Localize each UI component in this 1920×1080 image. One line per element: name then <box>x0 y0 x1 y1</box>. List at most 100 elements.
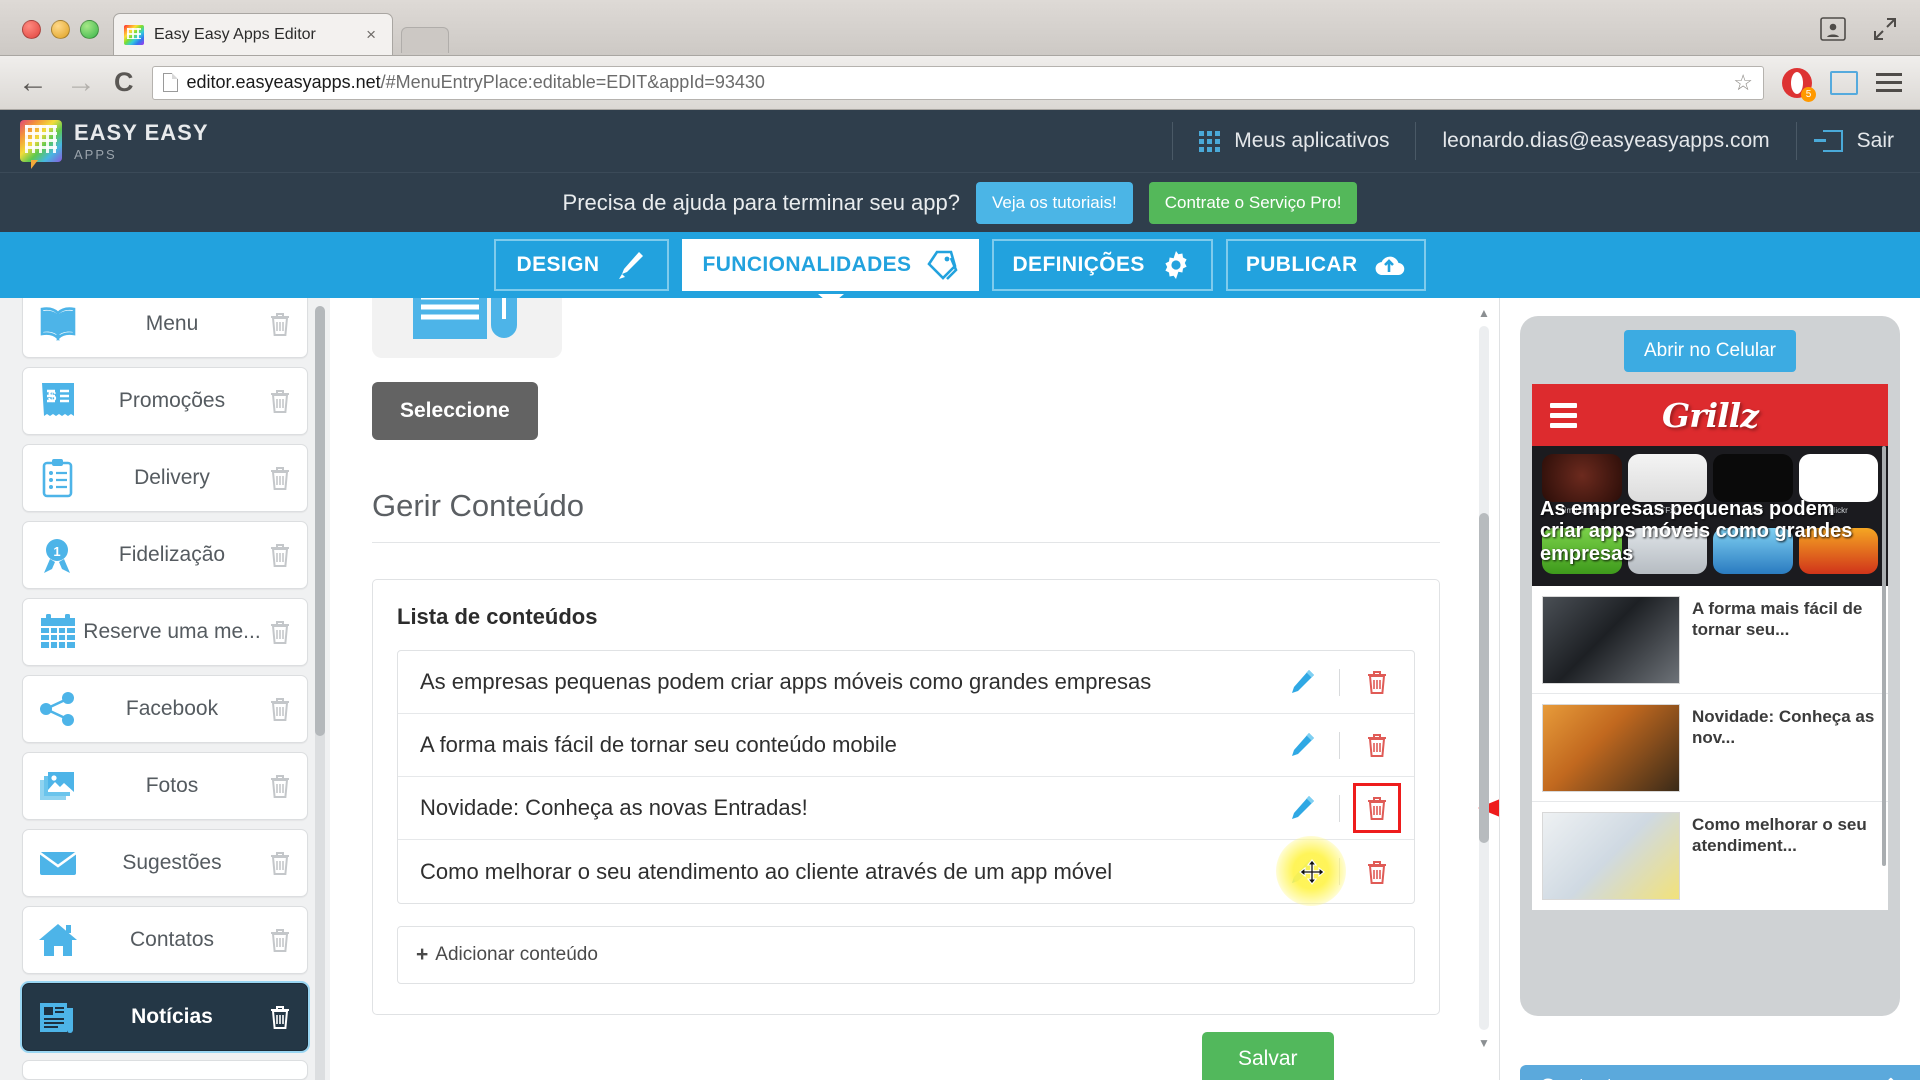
section-title: Gerir Conteúdo <box>372 488 1440 543</box>
app-logo[interactable]: EASY EASY APPS <box>20 120 209 169</box>
tab-funcionalidades[interactable]: FUNCIONALIDADES <box>682 239 980 291</box>
back-icon[interactable]: ← <box>18 67 48 98</box>
delete-icon[interactable] <box>267 772 293 800</box>
opera-extension-icon[interactable]: 5 <box>1782 67 1816 102</box>
browser-toolbar: ← → C editor.easyeasyapps.net/#MenuEntry… <box>0 56 1920 110</box>
sidebar-item-delivery[interactable]: Delivery <box>22 444 308 512</box>
bookmark-star-icon[interactable]: ☆ <box>1733 70 1753 96</box>
zoom-window-button[interactable] <box>80 20 99 39</box>
upload-cloud-icon <box>1372 248 1406 282</box>
edit-pencil-icon[interactable] <box>1287 793 1317 823</box>
user-email-item[interactable]: leonardo.dias@easyeasyapps.com <box>1415 122 1795 160</box>
forward-icon[interactable]: → <box>66 67 96 98</box>
logo-title: EASY EASY <box>74 120 209 145</box>
sidebar-item-sugestoes[interactable]: Sugestões <box>22 829 308 897</box>
scroll-down-arrow[interactable]: ▼ <box>1478 1037 1490 1049</box>
photos-icon <box>35 764 81 808</box>
delete-icon[interactable] <box>267 387 293 415</box>
close-window-button[interactable] <box>22 20 41 39</box>
browser-tabstrip: Easy Easy Apps Editor × <box>0 0 1920 56</box>
tutorials-button[interactable]: Veja os tutoriais! <box>976 181 1133 224</box>
sidebar-item-label: Sugestões <box>122 851 222 874</box>
tags-icon <box>925 248 959 282</box>
add-content-button[interactable]: + Adicionar conteúdo <box>397 926 1415 984</box>
easyeasyapps-logo-icon <box>20 120 62 169</box>
hire-pro-service-button[interactable]: Contrate o Serviço Pro! <box>1148 181 1358 224</box>
sidebar-item-contatos[interactable]: Contatos <box>22 906 308 974</box>
reload-icon[interactable]: C <box>114 69 134 96</box>
delete-content-button[interactable] <box>1362 856 1392 888</box>
app-preview-topbar: Grillz <box>1532 384 1888 446</box>
delete-content-button[interactable] <box>1362 666 1392 698</box>
my-apps-label: Meus aplicativos <box>1234 129 1390 152</box>
scrollbar-thumb[interactable] <box>1479 513 1489 843</box>
hero-article[interactable]: Tim Hortons CTFxC Flickit Flickr As empr… <box>1532 446 1888 586</box>
logout-link[interactable]: Sair <box>1795 122 1920 160</box>
fullscreen-icon[interactable] <box>1872 17 1898 41</box>
delete-icon[interactable] <box>267 849 293 877</box>
delete-icon[interactable] <box>267 695 293 723</box>
browser-menu-icon[interactable] <box>1876 73 1902 92</box>
save-button[interactable]: Salvar <box>1202 1032 1334 1080</box>
account-icon[interactable] <box>1820 17 1846 41</box>
phone-screen: Grillz Tim Hortons CTFxC Flickit Flickr … <box>1532 384 1888 910</box>
sidebar-item-promocoes[interactable]: $ Promoções <box>22 367 308 435</box>
sidebar-item-noticias[interactable]: Notícias <box>22 983 308 1051</box>
sidebar-item-fotos[interactable]: Fotos <box>22 752 308 820</box>
content-scrollbar[interactable]: ▲ ▼ <box>1478 307 1490 1049</box>
window-extension-icon[interactable] <box>1830 70 1858 95</box>
list-item[interactable]: As empresas pequenas podem criar apps mó… <box>398 651 1414 714</box>
chevron-up-icon[interactable]: ⌃ <box>1882 1074 1900 1080</box>
list-item[interactable]: Novidade: Conheça as novas Entradas! <box>398 777 1500 840</box>
preview-news-item[interactable]: Novidade: Conheça as nov... <box>1532 694 1888 802</box>
address-bar[interactable]: editor.easyeasyapps.net/#MenuEntryPlace:… <box>151 65 1764 100</box>
scroll-up-arrow[interactable]: ▲ <box>1478 307 1490 319</box>
delete-icon[interactable] <box>267 926 293 954</box>
list-item[interactable]: A forma mais fácil de tornar seu conteúd… <box>398 714 1414 777</box>
my-apps-link[interactable]: Meus aplicativos <box>1172 122 1415 160</box>
delete-icon[interactable] <box>267 618 293 646</box>
preview-scrollbar[interactable] <box>1882 446 1886 866</box>
contact-us-bar[interactable]: Contacte-nos ⌃ <box>1520 1065 1920 1080</box>
tab-definicoes[interactable]: DEFINIÇÕES <box>992 239 1213 291</box>
tab-design[interactable]: DESIGN <box>494 239 670 291</box>
delete-icon[interactable] <box>267 1003 293 1031</box>
browser-tab[interactable]: Easy Easy Apps Editor × <box>113 13 393 55</box>
book-icon <box>35 302 81 346</box>
list-item[interactable]: Como melhorar o seu atendimento ao clien… <box>398 836 1414 906</box>
edit-pencil-icon[interactable] <box>1287 730 1317 760</box>
sidebar-scrollbar-thumb[interactable] <box>315 306 325 736</box>
divider <box>1339 794 1340 822</box>
sidebar-item-partial[interactable] <box>22 1060 308 1080</box>
close-icon[interactable]: × <box>360 25 382 45</box>
award-icon: 1 <box>35 533 81 577</box>
logout-label: Sair <box>1856 129 1894 152</box>
edit-pencil-icon[interactable] <box>1287 667 1317 697</box>
sidebar-item-label: Contatos <box>129 928 215 951</box>
envelope-icon <box>35 841 81 885</box>
new-tab-button[interactable] <box>401 27 449 53</box>
url-host: editor.easyeasyapps.net <box>186 72 381 92</box>
preview-news-item[interactable]: A forma mais fácil de tornar seu... <box>1532 586 1888 694</box>
list-item-text: Novidade: Conheça as novas Entradas! <box>420 795 808 820</box>
minimize-window-button[interactable] <box>51 20 70 39</box>
sidebar-item-label: Delivery <box>134 466 210 489</box>
delete-content-button-highlighted[interactable] <box>1353 783 1401 833</box>
sidebar-item-menu[interactable]: Menu <box>22 298 308 358</box>
sidebar-item-reserve-mesa[interactable]: Reserve uma me... <box>22 598 308 666</box>
sidebar-item-facebook[interactable]: Facebook <box>22 675 308 743</box>
delete-icon[interactable] <box>267 464 293 492</box>
tab-design-label: DESIGN <box>516 253 600 276</box>
logo-subtitle: APPS <box>74 147 117 162</box>
sidebar-item-fidelizacao[interactable]: 1 Fidelização <box>22 521 308 589</box>
select-button[interactable]: Seleccione <box>372 382 538 440</box>
delete-icon[interactable] <box>267 310 293 338</box>
favicon-icon <box>124 24 144 45</box>
sidebar-scrollbar[interactable] <box>315 306 325 1080</box>
delete-icon[interactable] <box>267 541 293 569</box>
window-traffic-lights[interactable] <box>0 20 99 55</box>
open-on-mobile-button[interactable]: Abrir no Celular <box>1624 330 1796 372</box>
preview-news-item[interactable]: Como melhorar o seu atendiment... <box>1532 802 1888 910</box>
tab-publicar[interactable]: PUBLICAR <box>1225 239 1426 291</box>
delete-content-button[interactable] <box>1362 729 1392 761</box>
